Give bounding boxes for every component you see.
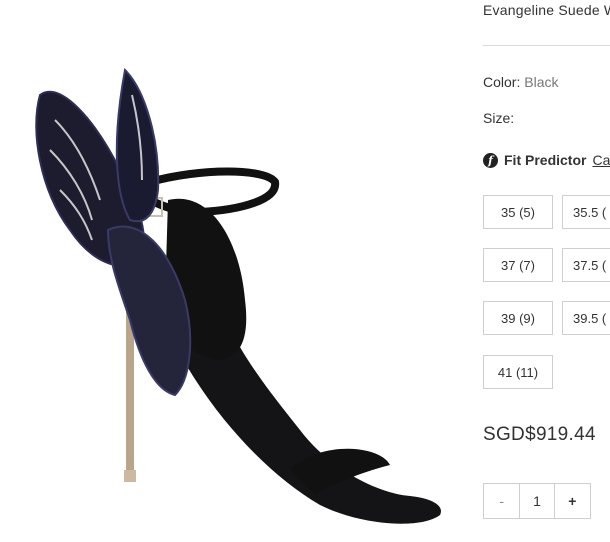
ankle-strap: [146, 167, 280, 217]
wing-right: [115, 67, 160, 223]
size-option[interactable]: 35.5 (: [562, 195, 610, 229]
product-details-panel: Evangeline Suede W Color: Black Size: f …: [483, 0, 610, 542]
size-option[interactable]: 35 (5): [483, 195, 553, 229]
fit-predictor-row: f Fit Predictor Cal: [483, 152, 610, 168]
heel-tip: [124, 470, 136, 482]
quantity-decrease-button[interactable]: -: [484, 484, 521, 518]
sandal-illustration: [35, 67, 441, 524]
fit-predictor-label: Fit Predictor: [504, 152, 587, 168]
size-option[interactable]: 39 (9): [483, 301, 553, 335]
size-label: Size:: [483, 110, 515, 126]
divider: [483, 45, 610, 46]
product-image: [0, 0, 470, 542]
size-option[interactable]: 37 (7): [483, 248, 553, 282]
quantity-value[interactable]: 1: [520, 484, 555, 518]
product-title: Evangeline Suede W: [483, 2, 610, 18]
quantity-stepper: - 1 +: [483, 483, 591, 519]
quantity-increase-button[interactable]: +: [555, 484, 590, 518]
fit-predictor-link[interactable]: Cal: [592, 152, 610, 168]
color-row: Color: Black: [483, 74, 558, 90]
size-option[interactable]: 39.5 (: [562, 301, 610, 335]
color-label: Color:: [483, 74, 521, 90]
size-option[interactable]: 41 (11): [483, 355, 553, 389]
fit-predictor-icon: f: [483, 152, 498, 168]
color-value: Black: [524, 74, 559, 90]
size-option[interactable]: 37.5 (: [562, 248, 610, 282]
price: SGD$919.44: [483, 424, 596, 445]
